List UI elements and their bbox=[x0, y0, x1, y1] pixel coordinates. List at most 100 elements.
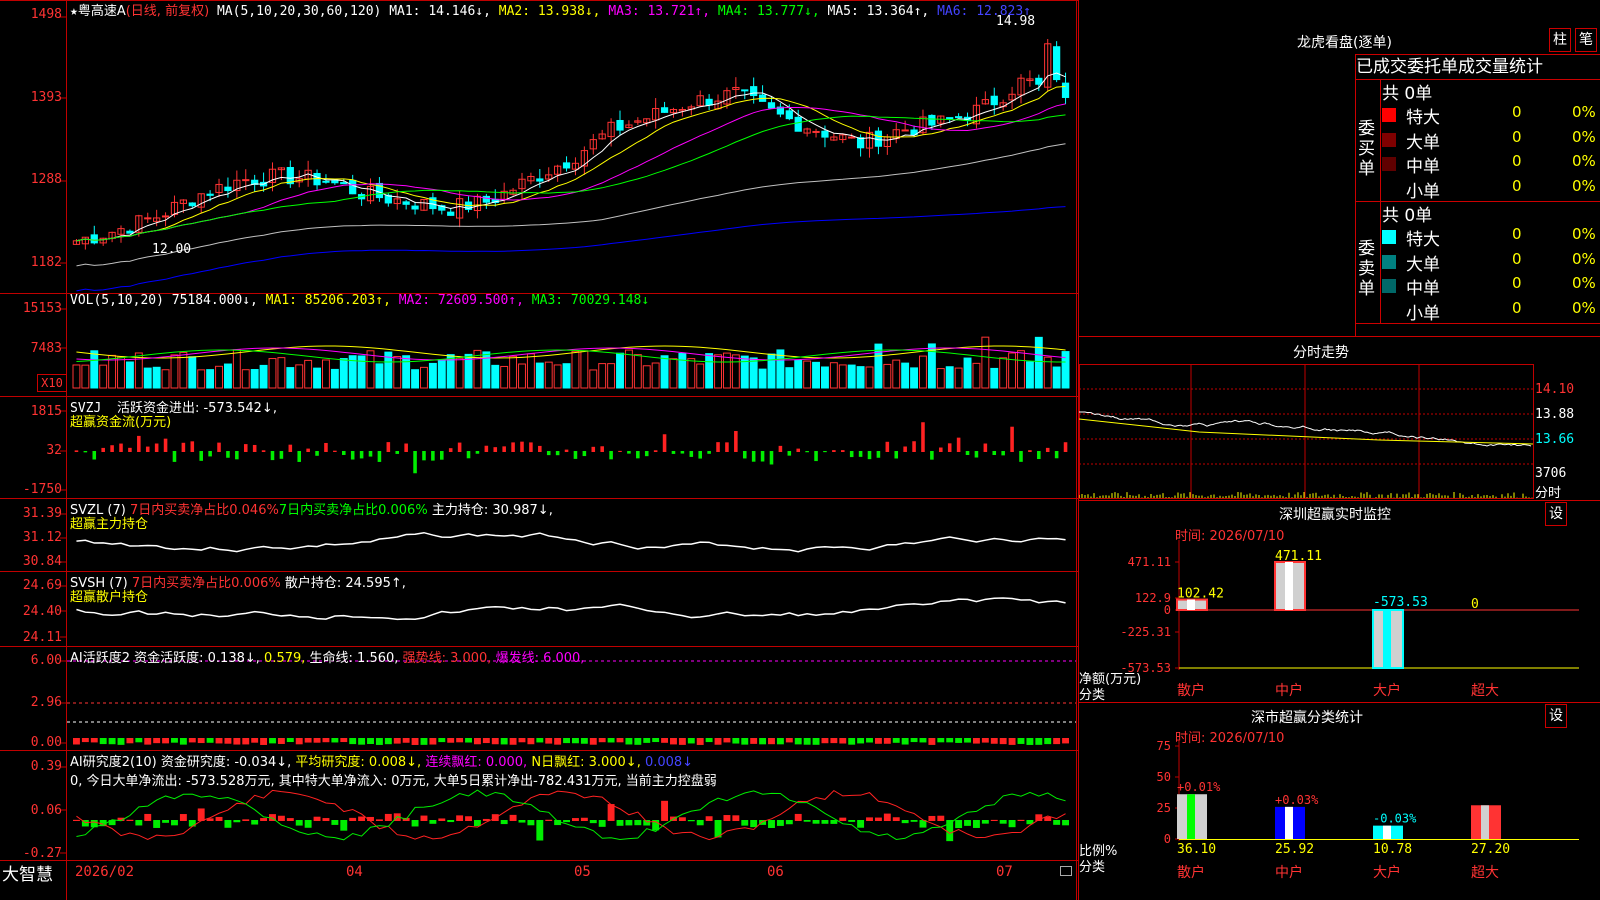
intraday-avg-line bbox=[1079, 418, 1534, 445]
ai1-bar bbox=[384, 738, 392, 745]
svsh-line bbox=[76, 597, 1066, 621]
ai2-bar bbox=[812, 820, 820, 824]
svzj-bar bbox=[858, 451, 863, 457]
volume-bar bbox=[812, 361, 821, 389]
star-icon[interactable]: ★ bbox=[70, 4, 78, 19]
sz-monitor-chart: 471.11122.90-225.31-573.53102.42散户471.11… bbox=[1120, 540, 1579, 699]
dragon-tabs[interactable]: 已成交委托单成交量统计 bbox=[1355, 54, 1600, 80]
volume-bar bbox=[393, 356, 402, 389]
ai2-bar bbox=[901, 820, 909, 824]
svzl-subtitle: 超赢主力持仓 bbox=[70, 517, 149, 532]
lock-icon[interactable] bbox=[1060, 866, 1072, 876]
volume-bar bbox=[963, 357, 972, 389]
dragon-row: 大单 0 0% bbox=[1382, 128, 1600, 153]
candle-body bbox=[954, 116, 963, 119]
candle-body bbox=[990, 95, 998, 106]
ai1-t2: 0.579, bbox=[264, 651, 306, 666]
candle-body bbox=[349, 179, 357, 195]
volume-bar bbox=[847, 364, 856, 389]
ai2-bar bbox=[972, 820, 980, 828]
ai2-t5: 0.008↓ bbox=[644, 755, 694, 770]
svzj-bar bbox=[555, 451, 560, 456]
sz-stats-y-label: 0 bbox=[1164, 832, 1171, 846]
x-label-4: 07 bbox=[996, 864, 1013, 880]
intraday-chart[interactable] bbox=[1079, 364, 1600, 500]
sz-monitor-settings-button[interactable]: 设 bbox=[1545, 502, 1567, 526]
sz-stats-y-label: 50 bbox=[1157, 770, 1171, 784]
ai1-bar bbox=[803, 738, 811, 745]
candle-body bbox=[821, 130, 829, 138]
bar-mode-button[interactable]: 柱 bbox=[1549, 28, 1571, 52]
ai2-bar bbox=[545, 819, 553, 821]
y-axis-left: 1498 1393 1288 1182 15153 7483 1815 32 -… bbox=[0, 0, 66, 900]
sz-stats-settings-button[interactable]: 设 bbox=[1545, 704, 1567, 728]
volume-bar bbox=[72, 364, 81, 389]
tick-mode-button[interactable]: 笔 bbox=[1575, 28, 1597, 52]
dragon-row-label: 大单 bbox=[1406, 132, 1440, 153]
ai1-bar bbox=[162, 738, 170, 744]
svzj-bar bbox=[573, 451, 578, 459]
volume-bar bbox=[892, 359, 901, 389]
ai2-bar bbox=[723, 815, 731, 821]
y-main-2: 1288 bbox=[30, 172, 62, 187]
candle-body bbox=[741, 89, 749, 92]
dragon-row-pct: 0% bbox=[1572, 103, 1596, 121]
svzj-bar bbox=[1001, 451, 1005, 456]
volume-bar bbox=[972, 362, 981, 389]
volume-bar bbox=[553, 364, 562, 389]
volume-bar bbox=[223, 363, 232, 389]
svzj-bar bbox=[680, 451, 685, 454]
volume-bar bbox=[767, 353, 776, 389]
sz-stats-bar bbox=[1373, 825, 1403, 839]
ai1-bar bbox=[652, 738, 660, 743]
svzj-bar bbox=[324, 442, 328, 452]
ai2-bar bbox=[1062, 820, 1069, 826]
volume-bar bbox=[856, 366, 865, 389]
intraday-vol-unit: 分时 bbox=[1535, 486, 1562, 501]
ai2-bar bbox=[892, 817, 900, 821]
svzj-bar bbox=[662, 434, 667, 452]
candle-body bbox=[767, 102, 776, 109]
ai1-bar bbox=[429, 738, 437, 745]
volume-bar bbox=[99, 364, 108, 389]
ai2-t1: 资金研究度: -0.034↓, bbox=[160, 755, 292, 770]
ai2-bar bbox=[580, 817, 588, 821]
ai1-bar bbox=[402, 738, 410, 743]
svzj-bar bbox=[546, 451, 551, 456]
ai1-bar bbox=[687, 738, 695, 744]
candle-body bbox=[340, 182, 348, 185]
ai2-bar bbox=[803, 820, 811, 822]
y-svzj-0: 1815 bbox=[30, 404, 62, 419]
svzj-bar bbox=[511, 442, 515, 452]
ai1-bar bbox=[536, 738, 544, 743]
ai2-bar bbox=[866, 817, 873, 821]
volume-bar bbox=[910, 367, 919, 389]
svzj-bar bbox=[636, 451, 640, 459]
volume-bar bbox=[651, 362, 660, 389]
ai1-bar bbox=[473, 738, 481, 745]
svzj-bar bbox=[653, 450, 658, 452]
dragon-row-pct: 0% bbox=[1572, 152, 1596, 170]
color-swatch bbox=[1382, 279, 1396, 293]
volume-bar bbox=[81, 364, 90, 389]
ai2-bar bbox=[696, 820, 704, 826]
ai1-bar bbox=[910, 738, 918, 743]
y-vol-1: 7483 bbox=[30, 341, 62, 356]
volume-bar bbox=[241, 369, 250, 389]
color-swatch bbox=[1382, 182, 1396, 196]
ai1-bar bbox=[812, 738, 820, 745]
volume-bar bbox=[1025, 361, 1034, 389]
color-swatch bbox=[1382, 230, 1396, 244]
ai2-bar bbox=[616, 820, 624, 826]
ai2-line bbox=[76, 789, 1066, 841]
candle-body bbox=[188, 202, 196, 207]
ai2-bar bbox=[572, 818, 579, 821]
svzj-bar bbox=[440, 451, 444, 460]
ai2-bar bbox=[964, 820, 971, 826]
ai1-bar bbox=[1062, 738, 1069, 744]
volume-bar bbox=[188, 356, 197, 389]
ai1-bar bbox=[251, 738, 259, 743]
chart-mode[interactable]: (日线, 前复权) bbox=[126, 4, 209, 19]
volume-bar bbox=[562, 363, 571, 389]
sz-stats-value: 27.20 bbox=[1471, 842, 1510, 857]
